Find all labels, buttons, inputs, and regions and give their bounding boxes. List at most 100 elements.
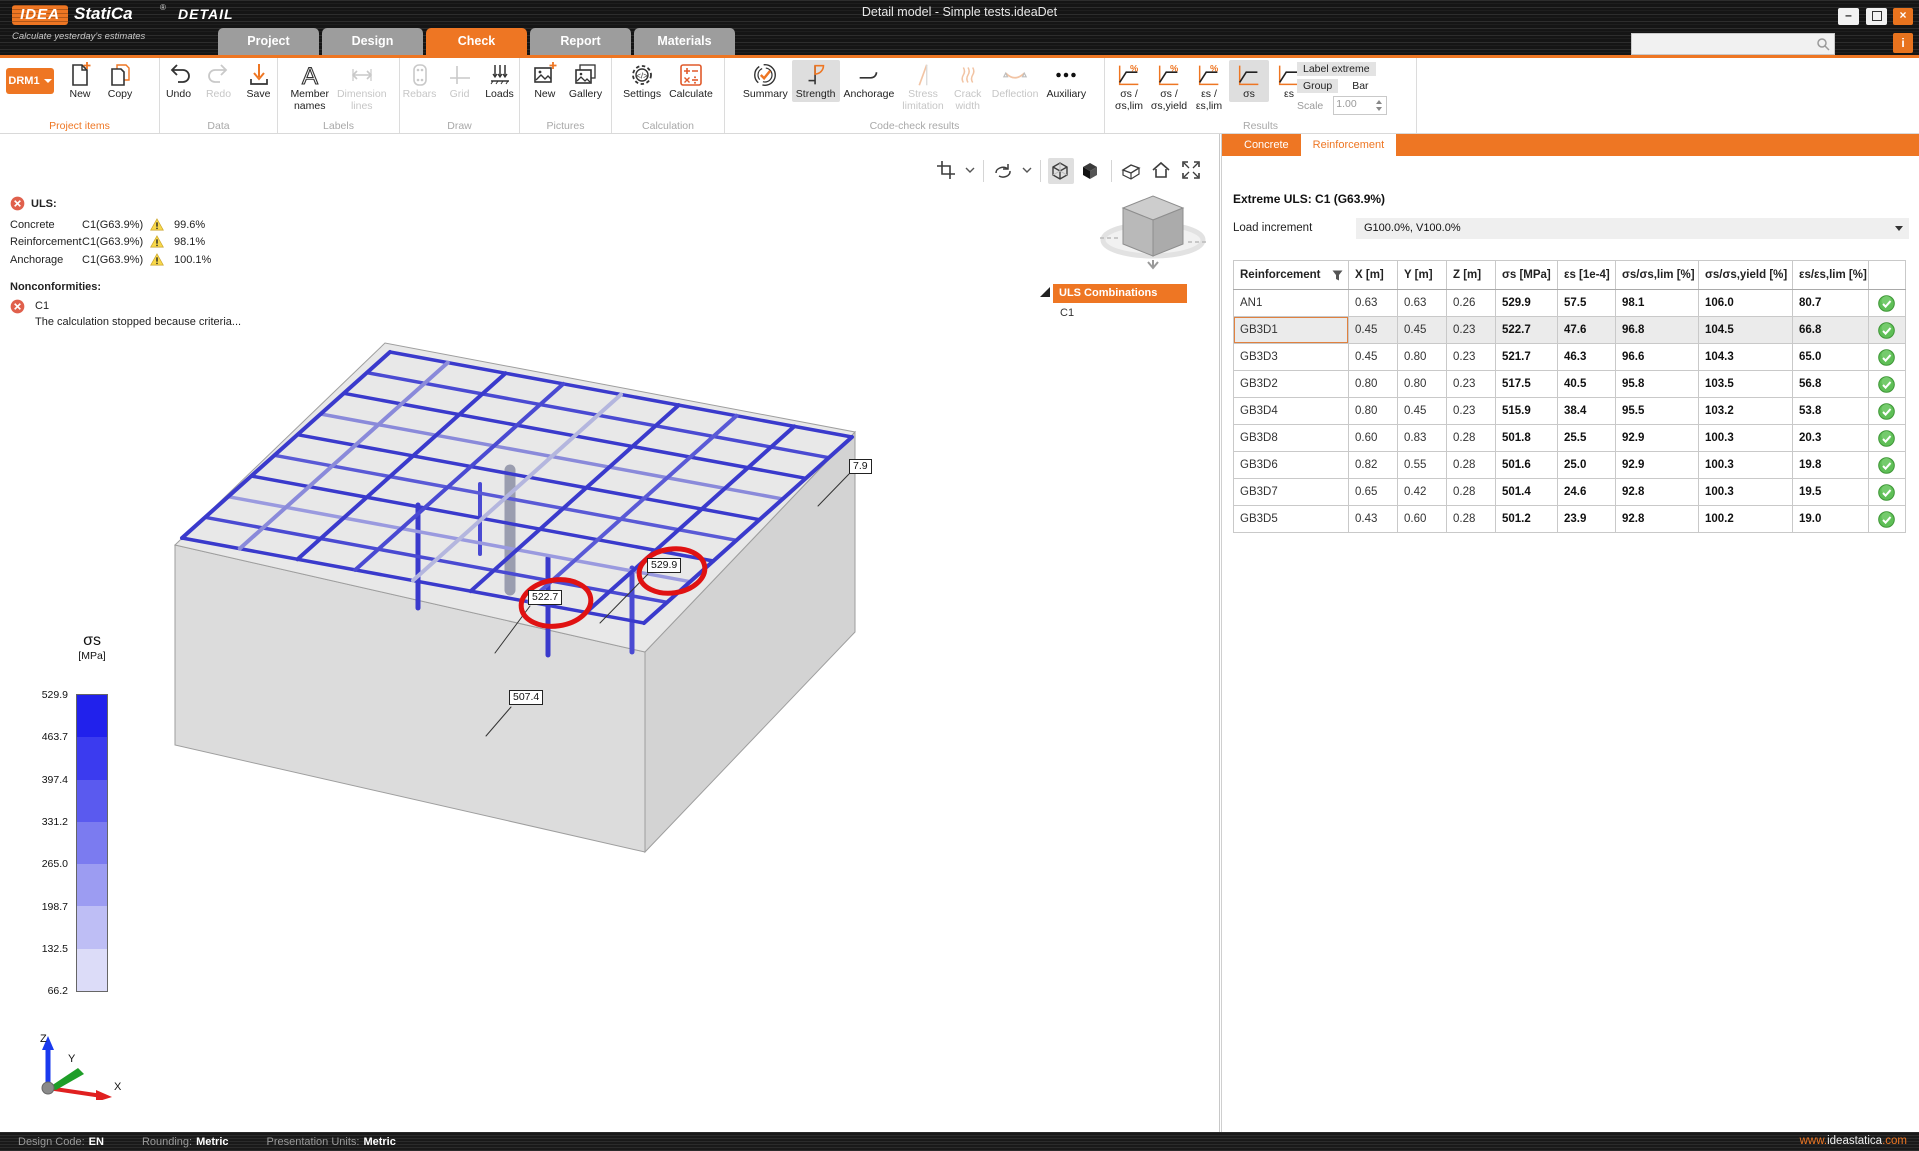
search-icon bbox=[1816, 37, 1830, 51]
col-header-y-m[interactable]: Y [m] bbox=[1398, 261, 1447, 290]
website-link[interactable]: www.ideastatica.com bbox=[1800, 1132, 1907, 1151]
titlebar: IDEA StatiCa ® DETAIL Calculate yesterda… bbox=[0, 0, 1919, 55]
fit-icon[interactable] bbox=[1179, 158, 1205, 184]
home-icon[interactable] bbox=[1149, 158, 1175, 184]
crop-icon[interactable] bbox=[934, 158, 960, 184]
table-row-gb3d4[interactable]: GB3D40.800.450.23515.938.495.5103.253.8 bbox=[1234, 398, 1906, 425]
table-row-an1[interactable]: AN10.630.630.26529.957.598.1106.080.7 bbox=[1234, 290, 1906, 317]
ribbon-button-auxiliary[interactable]: Auxiliary bbox=[1042, 60, 1090, 102]
search-box bbox=[1631, 33, 1835, 55]
ribbon-button-loads[interactable]: Loads bbox=[480, 60, 520, 102]
scene-label-mid: 507.4 bbox=[509, 690, 543, 705]
info-button[interactable]: i bbox=[1893, 33, 1913, 53]
navigation-cube[interactable] bbox=[1090, 180, 1215, 270]
table-row-gb3d6[interactable]: GB3D60.820.550.28501.625.092.9100.319.8 bbox=[1234, 452, 1906, 479]
uls-combinations-header[interactable]: ULS Combinations bbox=[1053, 284, 1187, 303]
svg-text:%: % bbox=[1130, 63, 1139, 73]
tab-project[interactable]: Project bbox=[218, 28, 319, 55]
project-item-selector[interactable]: DRM1 bbox=[6, 68, 54, 94]
ribbon-button-save[interactable]: Save bbox=[239, 60, 279, 102]
maximize-button[interactable] bbox=[1866, 8, 1887, 25]
warning-icon bbox=[150, 235, 174, 249]
viewport-toolbar bbox=[934, 158, 1205, 184]
rotate-icon[interactable] bbox=[991, 158, 1017, 184]
expander-icon[interactable] bbox=[1040, 287, 1050, 297]
ribbon-button-σs[interactable]: σs bbox=[1229, 60, 1269, 102]
stress-limitation-icon bbox=[909, 61, 937, 89]
tab-check[interactable]: Check bbox=[426, 28, 527, 55]
ribbon-button-calculate[interactable]: Calculate bbox=[665, 60, 717, 102]
table-row-gb3d3[interactable]: GB3D30.450.800.23521.746.396.6104.365.0 bbox=[1234, 344, 1906, 371]
statusbar: www.ideastatica.com Design Code:ENRoundi… bbox=[0, 1132, 1919, 1151]
filter-icon[interactable] bbox=[1332, 270, 1343, 281]
ribbon-button-settings[interactable]: </>Settings bbox=[619, 60, 665, 102]
table-row-gb3d8[interactable]: GB3D80.600.830.28501.825.592.9100.320.3 bbox=[1234, 425, 1906, 452]
ribbon-button-new[interactable]: New bbox=[60, 60, 100, 102]
legend-tick: 198.7 bbox=[20, 901, 68, 913]
svg-text:%: % bbox=[1170, 63, 1179, 73]
ribbon-button-σs-σs-lim[interactable]: %σs /σs,lim bbox=[1109, 60, 1149, 113]
pass-check-icon bbox=[1878, 430, 1895, 447]
close-button[interactable]: × bbox=[1893, 8, 1913, 25]
warning-icon bbox=[150, 253, 174, 267]
ribbon-button-gallery[interactable]: Gallery bbox=[565, 60, 606, 102]
load-increment-dropdown[interactable]: G100.0%, V100.0% bbox=[1356, 218, 1909, 239]
table-row-gb3d7[interactable]: GB3D70.650.420.28501.424.692.8100.319.5 bbox=[1234, 479, 1906, 506]
ribbon-button-εs-εs-lim[interactable]: %εs /εs,lim bbox=[1189, 60, 1229, 113]
ribbon-button-deflection: Deflection bbox=[988, 60, 1043, 102]
col-header-σs-σs-lim[interactable]: σs/σs,lim [%] bbox=[1616, 261, 1699, 290]
uls-row-reinforcement: ReinforcementC1(G63.9%)98.1% bbox=[10, 234, 280, 252]
ribbon-button-redo: Redo bbox=[199, 60, 239, 102]
ribbon-group-project-items: DRM1 NewCopy Project items bbox=[0, 58, 160, 133]
model-viewport[interactable]: ULS: ConcreteC1(G63.9%)99.6%Reinforcemen… bbox=[0, 134, 1220, 1132]
bar-toggle[interactable]: Bar bbox=[1348, 79, 1372, 93]
combination-item-c1[interactable]: C1 bbox=[1060, 307, 1074, 319]
col-header-z-m[interactable]: Z [m] bbox=[1447, 261, 1496, 290]
ribbon-button-summary[interactable]: Summary bbox=[739, 60, 792, 102]
chevron-down-icon[interactable] bbox=[1021, 159, 1033, 183]
solid-cube-icon[interactable] bbox=[1078, 158, 1104, 184]
ribbon-button-strength[interactable]: Strength bbox=[792, 60, 840, 102]
table-row-gb3d5[interactable]: GB3D50.430.600.28501.223.992.8100.219.0 bbox=[1234, 506, 1906, 533]
wire-cube-icon[interactable] bbox=[1048, 158, 1074, 184]
uls-row-anchorage: AnchorageC1(G63.9%)100.1% bbox=[10, 251, 280, 269]
group-label: Results bbox=[1105, 120, 1416, 132]
col-header-reinforcement[interactable]: Reinforcement bbox=[1234, 261, 1349, 290]
ribbon-button-anchorage[interactable]: Anchorage bbox=[840, 60, 899, 102]
scale-spinner[interactable] bbox=[1373, 97, 1385, 114]
settings-icon: </> bbox=[628, 61, 656, 89]
nonconformity-name[interactable]: C1 bbox=[35, 300, 49, 312]
table-row-gb3d1[interactable]: GB3D10.450.450.23522.747.696.8104.566.8 bbox=[1234, 317, 1906, 344]
col-header-status[interactable] bbox=[1869, 261, 1906, 290]
col-header-x-m[interactable]: X [m] bbox=[1349, 261, 1398, 290]
ribbon-button-new[interactable]: New bbox=[525, 60, 565, 102]
extreme-uls-text: Extreme ULS: C1 (G63.9%) bbox=[1233, 192, 1385, 206]
chevron-down-icon[interactable] bbox=[964, 159, 976, 183]
label-extreme-toggle[interactable]: Label extreme bbox=[1297, 62, 1376, 76]
group-label: Calculation bbox=[612, 120, 724, 132]
tab-reinforcement[interactable]: Reinforcement bbox=[1301, 134, 1397, 156]
section-icon[interactable] bbox=[1119, 158, 1145, 184]
table-row-gb3d2[interactable]: GB3D20.800.800.23517.540.595.8103.556.8 bbox=[1234, 371, 1906, 398]
scale-input[interactable] bbox=[1334, 97, 1372, 111]
search-input[interactable] bbox=[1636, 35, 1812, 53]
picture-new-icon bbox=[531, 61, 559, 89]
col-header-σs-mpa[interactable]: σs [MPa] bbox=[1496, 261, 1558, 290]
tab-report[interactable]: Report bbox=[530, 28, 631, 55]
tab-concrete[interactable]: Concrete bbox=[1232, 134, 1301, 156]
col-header-εs-εs-lim[interactable]: εs/εs,lim [%] bbox=[1793, 261, 1869, 290]
ribbon-button-member-names[interactable]: AMembernames bbox=[286, 60, 333, 113]
ribbon-button-σs-σs-yield[interactable]: %σs /σs,yield bbox=[1149, 60, 1189, 113]
col-header-σs-σs-yield[interactable]: σs/σs,yield [%] bbox=[1699, 261, 1793, 290]
tab-materials[interactable]: Materials bbox=[634, 28, 735, 55]
nonconformity-text: The calculation stopped because criteria… bbox=[35, 316, 280, 328]
chart-pct-icon: % bbox=[1155, 61, 1183, 89]
minimize-button[interactable]: – bbox=[1838, 8, 1859, 25]
ribbon-button-copy[interactable]: Copy bbox=[100, 60, 140, 102]
group-label: Pictures bbox=[520, 120, 611, 132]
tab-design[interactable]: Design bbox=[322, 28, 423, 55]
col-header-εs-1e-4[interactable]: εs [1e-4] bbox=[1558, 261, 1616, 290]
save-icon bbox=[245, 61, 273, 89]
ribbon-button-undo[interactable]: Undo bbox=[159, 60, 199, 102]
group-toggle[interactable]: Group bbox=[1297, 79, 1338, 93]
